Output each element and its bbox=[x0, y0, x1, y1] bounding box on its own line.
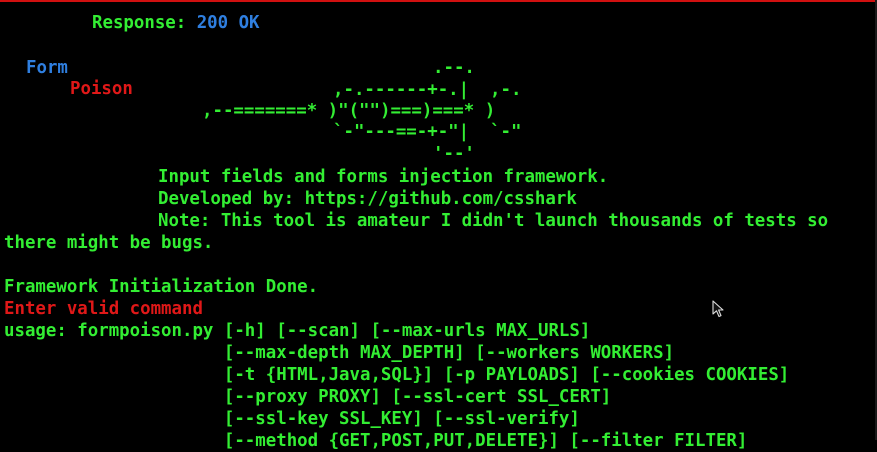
usage-line: [--ssl-key SSL_KEY] [--ssl-verify] bbox=[4, 409, 580, 429]
response-line: Response: 200 OK bbox=[92, 12, 260, 34]
usage-line: [--proxy PROXY] [--ssl-cert SSL_CERT] bbox=[4, 387, 612, 407]
window-top-border bbox=[0, 0, 877, 2]
ascii-art-line: ,--=======* )"("")===)===* ) bbox=[202, 101, 496, 121]
ascii-art-line: .--. bbox=[433, 58, 475, 78]
usage-line: [--method {GET,POST,PUT,DELETE}] [--filt… bbox=[4, 431, 748, 451]
note-line-continued: there might be bugs. bbox=[4, 233, 214, 253]
response-label: Response: bbox=[92, 13, 197, 33]
usage-line: [--max-depth MAX_DEPTH] [--workers WORKE… bbox=[4, 343, 675, 363]
error-message: Enter valid command bbox=[4, 299, 203, 319]
banner-form-word: Form bbox=[26, 58, 68, 78]
description-line: Input fields and forms injection framewo… bbox=[158, 167, 609, 187]
developer-line: Developed by: https://github.com/csshark bbox=[158, 189, 577, 209]
banner-poison-word: Poison bbox=[70, 79, 133, 99]
ascii-art-line: `-"---==-+-"| `-" bbox=[333, 122, 522, 142]
usage-line: [-t {HTML,Java,SQL}] [-p PAYLOADS] [--co… bbox=[4, 365, 790, 385]
note-line: Note: This tool is amateur I didn't laun… bbox=[158, 211, 829, 231]
response-code: 200 OK bbox=[196, 13, 260, 33]
ascii-art-line: '--' bbox=[433, 144, 475, 164]
usage-line: usage: formpoison.py [-h] [--scan] [--ma… bbox=[4, 321, 591, 341]
init-message: Framework Initialization Done. bbox=[4, 277, 319, 297]
ascii-art-line: ,-.------+-.| ,-. bbox=[333, 80, 522, 100]
mouse-pointer-icon bbox=[712, 300, 726, 318]
